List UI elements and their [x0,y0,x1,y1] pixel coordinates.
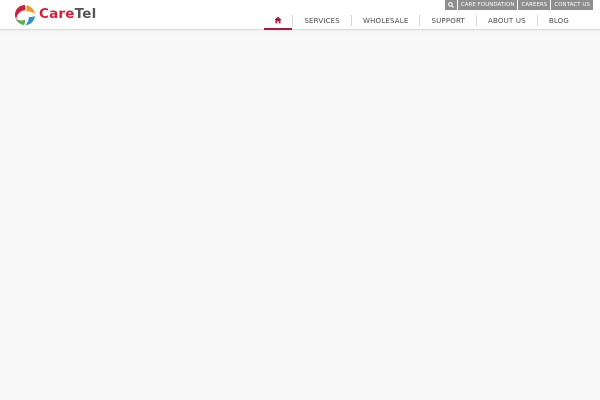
nav-support[interactable]: SUPPORT [420,11,476,30]
nav-wholesale[interactable]: WHOLESALE [352,11,420,30]
utility-link-careers[interactable]: CAREERS [518,0,551,10]
site-header: CareTel CARE FOUNDATION CAREERS CONTACT … [0,0,600,30]
nav-blog[interactable]: BLOG [538,11,580,30]
logo-wordmark: CareTel [39,8,96,22]
nav-home[interactable] [264,11,293,30]
utility-search-button[interactable] [444,0,457,10]
logo-text-care: Care [39,6,75,23]
caretel-logo-icon [15,5,35,25]
utility-bar: CARE FOUNDATION CAREERS CONTACT US [444,0,593,10]
nav-about-us[interactable]: ABOUT US [477,11,537,30]
main-nav: SERVICES WHOLESALE SUPPORT ABOUT US BLOG [264,11,580,30]
home-icon [274,16,283,23]
utility-link-contact-us[interactable]: CONTACT US [551,0,593,10]
search-icon [447,2,454,8]
logo-text-tel: Tel [74,6,97,23]
utility-link-care-foundation[interactable]: CARE FOUNDATION [457,0,518,10]
site-logo[interactable]: CareTel [14,3,96,27]
nav-services[interactable]: SERVICES [293,11,351,30]
